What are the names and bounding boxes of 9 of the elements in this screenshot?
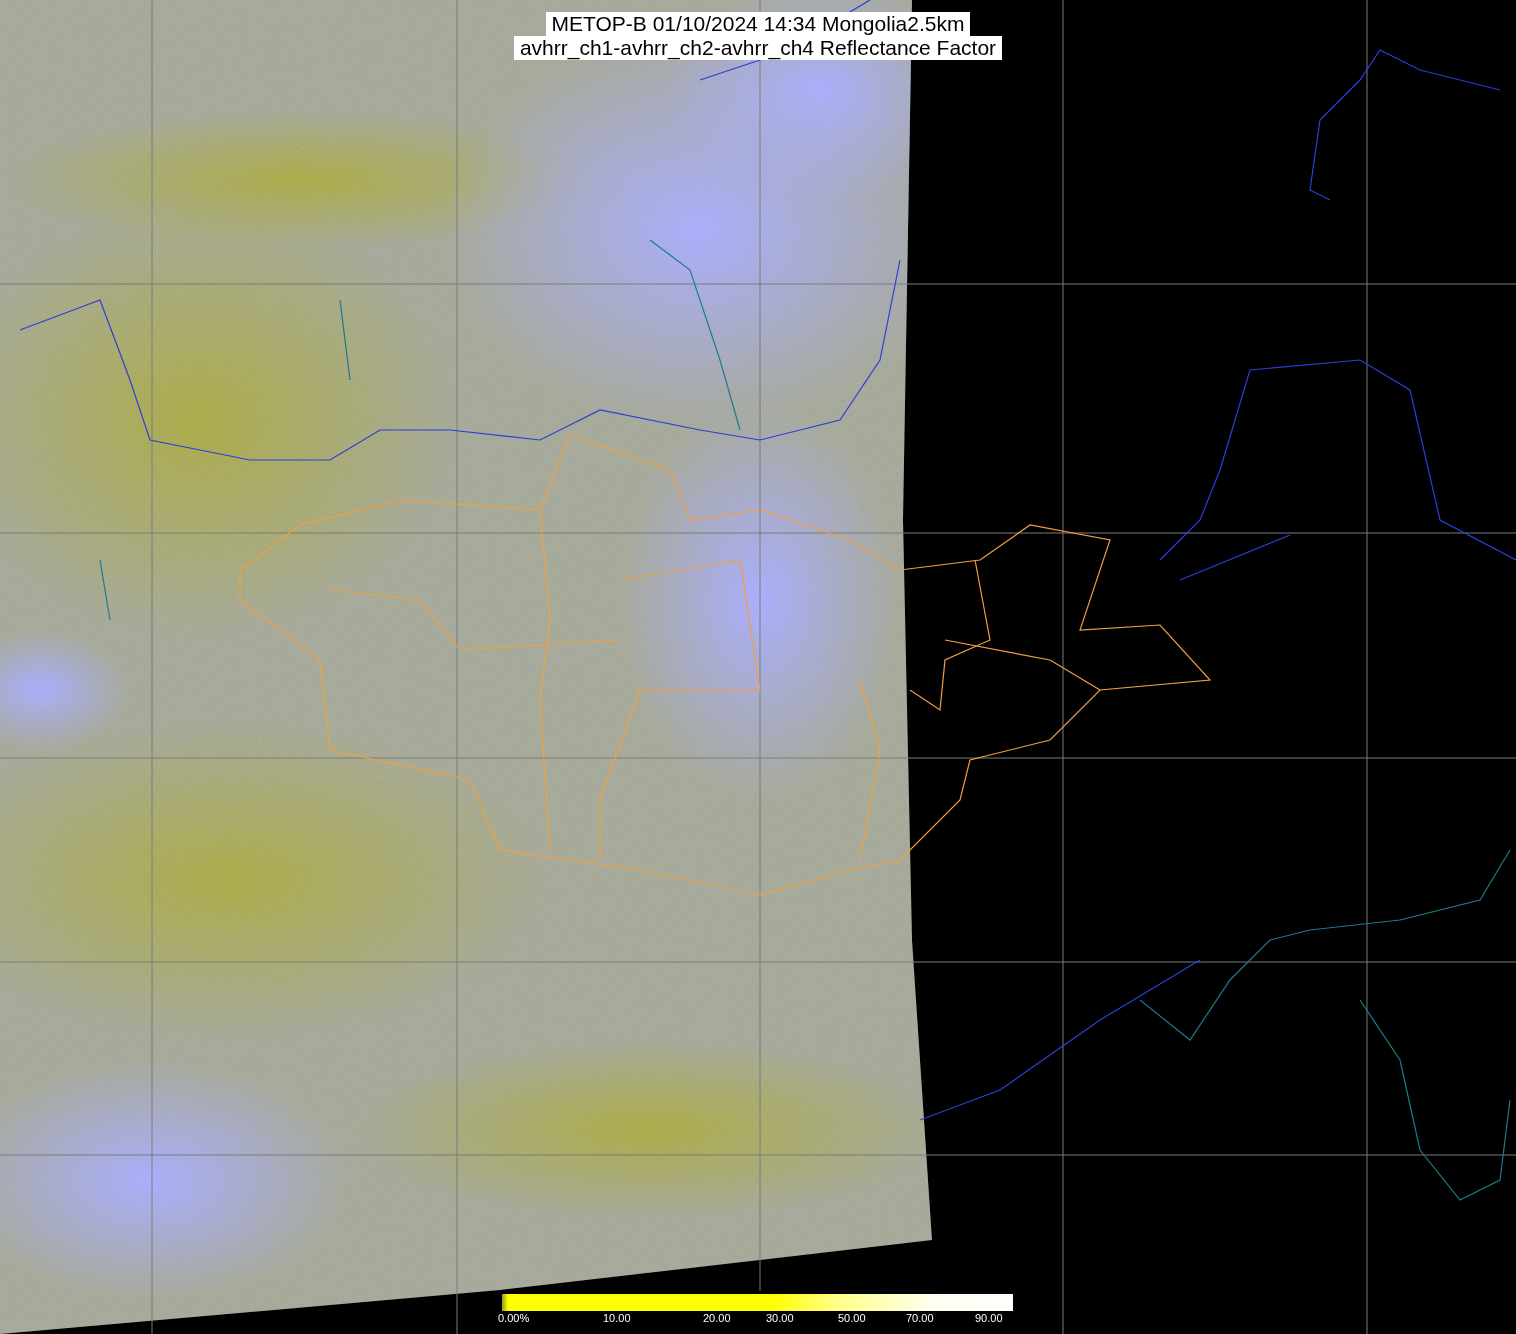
scale-label: 20.00 (703, 1312, 731, 1324)
scale-label: 90.00 (975, 1312, 1003, 1324)
scale-label: 10.00 (603, 1312, 631, 1324)
scale-label: 50.00 (838, 1312, 866, 1324)
map-title: avhrr_ch1-avhrr_ch2-avhrr_ch4 Reflectance Factor (513, 36, 1003, 60)
scale-label: 30.00 (766, 1312, 794, 1324)
map-title: METOP-B 01/10/2024 14:34 Mongolia2.5km (545, 12, 971, 36)
scale-label: 70.00 (906, 1312, 934, 1324)
scale-label: 0.00% (498, 1312, 530, 1324)
